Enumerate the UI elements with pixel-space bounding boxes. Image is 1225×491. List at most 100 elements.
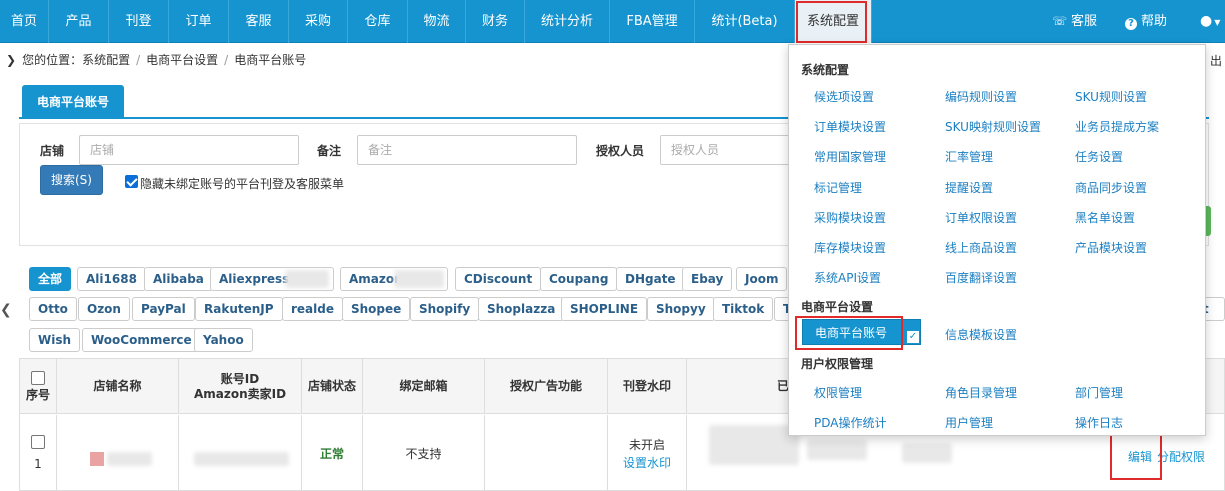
note-input[interactable]: 备注 bbox=[357, 135, 577, 165]
nav-help-link[interactable]: ? 帮助 bbox=[1125, 0, 1167, 43]
nav-warehouse[interactable]: 仓库 bbox=[348, 0, 408, 43]
menu-sku-rule-settings[interactable]: SKU规则设置 bbox=[1075, 88, 1147, 105]
platform-otto[interactable]: Otto bbox=[29, 297, 77, 321]
redacted-authorized bbox=[709, 425, 799, 465]
menu-sku-mapping-rules[interactable]: SKU映射规则设置 bbox=[945, 118, 1041, 135]
hide-unbound-checkbox[interactable] bbox=[125, 175, 138, 188]
nav-orders[interactable]: 订单 bbox=[169, 0, 229, 43]
menu-permission-management[interactable]: 权限管理 bbox=[814, 384, 862, 401]
menu-info-template[interactable]: 信息模板设置 bbox=[945, 326, 1017, 343]
nav-fba[interactable]: FBA管理 bbox=[610, 0, 695, 43]
menu-product-sync[interactable]: 商品同步设置 bbox=[1075, 179, 1147, 196]
watermark-status: 未开启 bbox=[628, 437, 665, 452]
system-config-dropdown: 系统配置 候选项设置 编码规则设置 SKU规则设置 订单模块设置 SKU映射规则… bbox=[788, 44, 1206, 436]
header-shop-status: 店铺状态 bbox=[302, 359, 363, 414]
platform-shopyy[interactable]: Shopyy bbox=[647, 297, 715, 321]
menu-reminder-settings[interactable]: 提醒设置 bbox=[945, 179, 993, 196]
export-text-fragment[interactable]: 出 bbox=[1210, 52, 1222, 69]
menu-department[interactable]: 部门管理 bbox=[1075, 384, 1123, 401]
platform-yahoo[interactable]: Yahoo bbox=[194, 328, 253, 352]
edit-link[interactable]: 编辑 bbox=[1128, 448, 1152, 465]
platform-ozon[interactable]: Ozon bbox=[78, 297, 130, 321]
platform-ali1688[interactable]: Ali1688 bbox=[77, 267, 146, 291]
platform-all[interactable]: 全部 bbox=[29, 267, 72, 291]
nav-system-config[interactable]: 系统配置 bbox=[795, 0, 872, 43]
platform-shopify[interactable]: Shopify bbox=[410, 297, 480, 321]
menu-task-settings[interactable]: 任务设置 bbox=[1075, 148, 1123, 165]
search-button[interactable]: 搜索(S) bbox=[40, 165, 103, 195]
row-checkbox[interactable] bbox=[31, 434, 45, 449]
nav-products[interactable]: 产品 bbox=[49, 0, 109, 43]
headset-icon: ☏ bbox=[1052, 14, 1068, 28]
user-menu[interactable]: ● ▼ bbox=[1200, 0, 1220, 43]
platform-wish[interactable]: Wish bbox=[29, 328, 81, 352]
row-index: 1 bbox=[34, 456, 42, 471]
row-watermark: 未开启 设置水印 bbox=[608, 415, 687, 491]
menu-system-api[interactable]: 系统API设置 bbox=[814, 269, 881, 286]
menu-purchase-module[interactable]: 采购模块设置 bbox=[814, 209, 886, 226]
menu-exchange-rate[interactable]: 汇率管理 bbox=[945, 148, 993, 165]
select-all-checkbox[interactable] bbox=[31, 370, 45, 385]
platform-joom[interactable]: Joom bbox=[736, 267, 788, 291]
platform-coupang[interactable]: Coupang bbox=[540, 267, 618, 291]
nav-customer-service[interactable]: 客服 bbox=[229, 0, 289, 43]
shop-input[interactable]: 店铺 bbox=[79, 135, 299, 165]
menu-product-module[interactable]: 产品模块设置 bbox=[1075, 239, 1147, 256]
platform-dhgate[interactable]: DHgate bbox=[616, 267, 685, 291]
row-ad-auth bbox=[485, 415, 608, 491]
menu-tag-management[interactable]: 标记管理 bbox=[814, 179, 862, 196]
nav-help-label: 帮助 bbox=[1141, 14, 1168, 29]
platform-shoplazza[interactable]: Shoplazza bbox=[478, 297, 565, 321]
menu-blacklist[interactable]: 黑名单设置 bbox=[1075, 209, 1135, 226]
platform-aliexpress-label: Aliexpress bbox=[219, 272, 290, 286]
chevron-left-icon[interactable]: ❮ bbox=[0, 302, 12, 318]
tab-platform-accounts[interactable]: 电商平台账号 bbox=[22, 85, 125, 119]
header-account-id: 账号ID Amazon卖家ID bbox=[179, 359, 302, 414]
platform-shopline[interactable]: SHOPLINE bbox=[561, 297, 648, 321]
redacted-authorized bbox=[807, 440, 867, 460]
menu-platform-accounts[interactable]: 电商平台账号 bbox=[802, 319, 921, 345]
menu-baidu-translate[interactable]: 百度翻译设置 bbox=[945, 269, 1017, 286]
menu-candidate-settings[interactable]: 候选项设置 bbox=[814, 88, 874, 105]
platform-shopee[interactable]: Shopee bbox=[342, 297, 411, 321]
set-watermark-link[interactable]: 设置水印 bbox=[623, 454, 671, 472]
menu-role-directory[interactable]: 角色目录管理 bbox=[945, 384, 1017, 401]
menu-code-rule-settings[interactable]: 编码规则设置 bbox=[945, 88, 1017, 105]
breadcrumb-system-config[interactable]: 系统配置 bbox=[82, 53, 130, 67]
menu-country-management[interactable]: 常用国家管理 bbox=[814, 148, 886, 165]
platform-paypal[interactable]: PayPal bbox=[132, 297, 195, 321]
nav-finance[interactable]: 财务 bbox=[466, 0, 525, 43]
platform-rakutenjp[interactable]: RakutenJP bbox=[195, 297, 283, 321]
row-shop-name bbox=[57, 415, 179, 491]
assign-permission-link[interactable]: 分配权限 bbox=[1157, 448, 1205, 465]
menu-user-management[interactable]: 用户管理 bbox=[945, 414, 993, 431]
platform-woocommerce[interactable]: WooCommerce bbox=[82, 328, 201, 352]
nav-purchasing[interactable]: 采购 bbox=[289, 0, 348, 43]
row-email: 不支持 bbox=[363, 415, 485, 491]
row-index-cell: 1 bbox=[20, 415, 57, 491]
menu-pda-stats[interactable]: PDA操作统计 bbox=[814, 414, 886, 431]
menu-online-products[interactable]: 线上商品设置 bbox=[945, 239, 1017, 256]
menu-inventory-module[interactable]: 库存模块设置 bbox=[814, 239, 886, 256]
platform-tiktok[interactable]: Tiktok bbox=[713, 297, 774, 321]
breadcrumb-platform-settings[interactable]: 电商平台设置 bbox=[146, 53, 218, 67]
nav-logistics[interactable]: 物流 bbox=[408, 0, 466, 43]
question-icon: ? bbox=[1125, 18, 1137, 30]
menu-order-module-settings[interactable]: 订单模块设置 bbox=[814, 118, 886, 135]
nav-home[interactable]: 首页 bbox=[0, 0, 49, 43]
nav-statistics-beta[interactable]: 统计(Beta) bbox=[695, 0, 795, 43]
redacted-shop-swatch bbox=[90, 452, 104, 466]
platform-realde[interactable]: realde bbox=[282, 297, 343, 321]
auth-user-input[interactable]: 授权人员 bbox=[660, 135, 790, 165]
nav-statistics[interactable]: 统计分析 bbox=[525, 0, 610, 43]
platform-ebay[interactable]: Ebay bbox=[682, 267, 733, 291]
redacted-authorized bbox=[902, 443, 952, 463]
hide-unbound-label: 隐藏未绑定账号的平台刊登及客服菜单 bbox=[140, 177, 345, 191]
nav-service-link[interactable]: ☏ 客服 bbox=[1052, 0, 1097, 43]
menu-order-permissions[interactable]: 订单权限设置 bbox=[945, 209, 1017, 226]
platform-cdiscount[interactable]: CDiscount bbox=[455, 267, 542, 291]
platform-alibaba[interactable]: Alibaba bbox=[144, 267, 213, 291]
menu-sales-commission[interactable]: 业务员提成方案 bbox=[1075, 118, 1159, 135]
menu-operation-log[interactable]: 操作日志 bbox=[1075, 414, 1123, 431]
nav-listing[interactable]: 刊登 bbox=[109, 0, 169, 43]
